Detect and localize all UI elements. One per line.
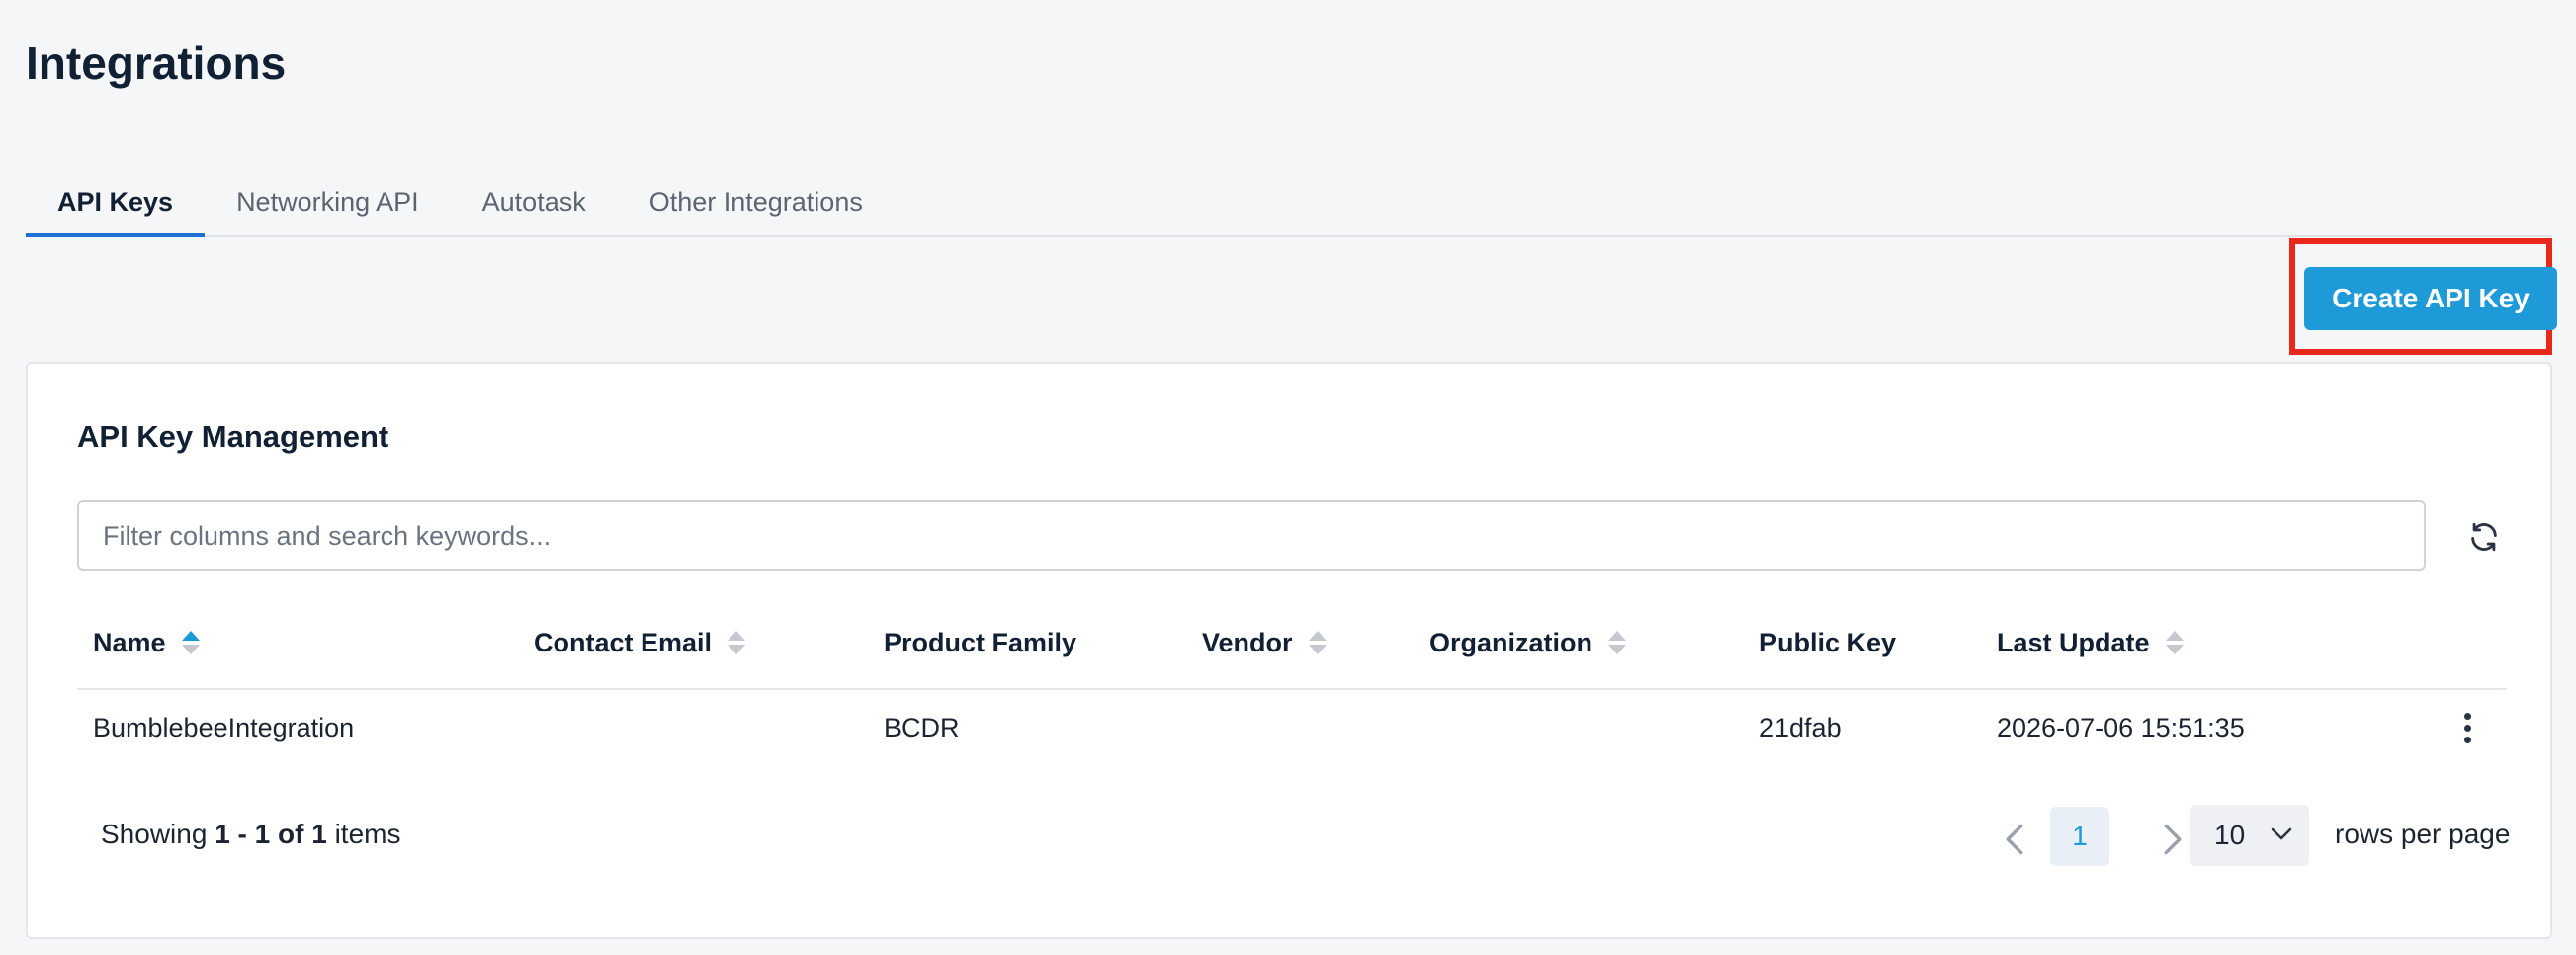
tab-other-integrations[interactable]: Other Integrations: [618, 174, 895, 235]
sort-icon: [1308, 631, 1327, 654]
column-header-organization[interactable]: Organization: [1429, 597, 1627, 688]
rows-per-page-value: 10: [2214, 820, 2246, 850]
rows-per-page-label: rows per page: [2335, 819, 2511, 849]
sort-icon: [728, 631, 746, 654]
more-options-icon[interactable]: [2449, 710, 2485, 745]
column-label: Contact Email: [534, 627, 713, 657]
table-row[interactable]: BumblebeeIntegration BCDR 21dfab 2026-07…: [77, 690, 2507, 765]
column-header-name[interactable]: Name: [93, 597, 200, 688]
column-label: Last Update: [1997, 627, 2150, 657]
column-label: Organization: [1429, 627, 1593, 657]
showing-prefix: Showing: [101, 819, 208, 849]
table-header: Name Contact Email Product Family Vendor…: [77, 597, 2507, 690]
column-label: Vendor: [1202, 627, 1293, 657]
card-title: API Key Management: [77, 419, 389, 454]
page-title: Integrations: [26, 38, 287, 89]
items-suffix: items: [334, 819, 401, 849]
rows-per-page-select[interactable]: 10: [2190, 805, 2309, 866]
tab-bar: API Keys Networking API Autotask Other I…: [26, 174, 2552, 237]
column-header-contact-email[interactable]: Contact Email: [534, 597, 746, 688]
sort-icon: [2165, 631, 2184, 654]
column-header-public-key: Public Key: [1760, 597, 1896, 688]
page-button-current[interactable]: 1: [2050, 807, 2109, 866]
column-header-product-family: Product Family: [884, 597, 1076, 688]
sort-ascending-icon: [181, 631, 200, 654]
column-header-last-update[interactable]: Last Update: [1997, 597, 2184, 688]
column-label: Product Family: [884, 627, 1077, 657]
chevron-right-icon[interactable]: [2153, 815, 2192, 864]
column-header-vendor[interactable]: Vendor: [1202, 597, 1327, 688]
refresh-icon[interactable]: [2461, 514, 2507, 560]
tab-autotask[interactable]: Autotask: [451, 174, 618, 235]
pagination-summary: Showing 1 - 1 of 1 items: [101, 819, 400, 850]
search-input[interactable]: [77, 500, 2426, 571]
cell-name: BumblebeeIntegration: [93, 713, 355, 742]
column-label: Name: [93, 627, 166, 657]
tab-networking-api[interactable]: Networking API: [205, 174, 451, 235]
showing-range: 1 - 1 of 1: [215, 819, 327, 849]
sort-icon: [1608, 631, 1627, 654]
chevron-left-icon[interactable]: [1995, 815, 2034, 864]
cell-public-key: 21dfab: [1760, 713, 1842, 742]
column-label: Public Key: [1760, 627, 1897, 657]
create-api-key-button[interactable]: Create API Key: [2304, 267, 2557, 330]
tab-api-keys[interactable]: API Keys: [26, 174, 206, 237]
cell-product-family: BCDR: [884, 713, 960, 742]
chevron-down-icon: [2271, 827, 2292, 840]
api-key-management-card: API Key Management Name Contact Email Pr…: [26, 362, 2552, 939]
cell-last-update: 2026-07-06 15:51:35: [1997, 713, 2245, 742]
